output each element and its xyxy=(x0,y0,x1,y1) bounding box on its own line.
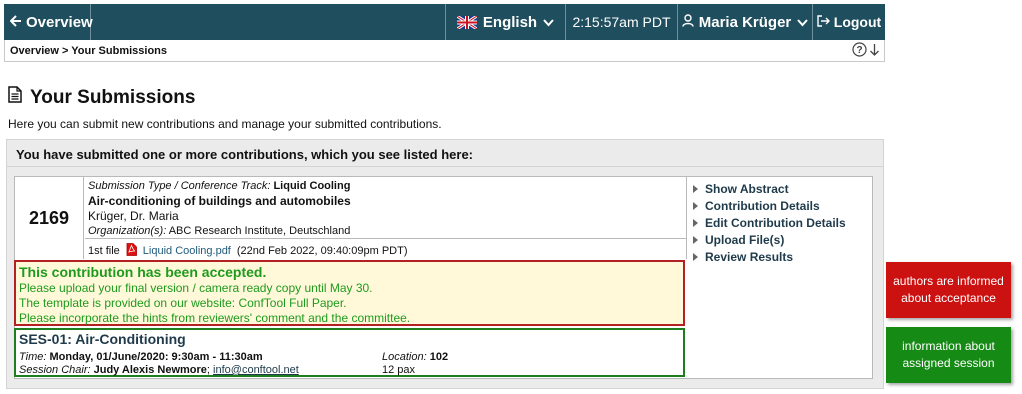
session-chair-row: Session Chair: Judy Alexis Newmore; info… xyxy=(19,363,299,377)
session-time-value: Monday, 01/June/2020: 9:30am - 11:30am xyxy=(49,351,263,363)
submission-info: Submission Type / Conference Track: Liqu… xyxy=(85,177,686,239)
help-icon[interactable]: ? xyxy=(852,42,867,60)
user-icon xyxy=(682,13,694,31)
session-capacity: 12 pax xyxy=(382,364,416,376)
submission-title: Air-conditioning of buildings and automo… xyxy=(88,194,351,208)
acceptance-notice: This contribution has been accepted. Ple… xyxy=(14,260,685,326)
session-location-row: Location: 102 xyxy=(382,350,448,364)
session-chair-label: Session Chair: xyxy=(19,364,91,376)
breadcrumb: Overview > Your Submissions ? xyxy=(4,40,885,62)
arrow-down-icon[interactable] xyxy=(869,43,880,60)
session-chair-separator: ; xyxy=(206,364,210,376)
file-row: 1st file Liquid Cooling.pdf (22nd Feb 20… xyxy=(85,239,686,259)
chevron-down-icon xyxy=(543,14,554,31)
action-label: Show Abstract xyxy=(705,181,789,196)
action-label: Edit Contribution Details xyxy=(705,215,846,230)
acceptance-line: Please incorporate the hints from review… xyxy=(19,311,411,325)
upload-files-link[interactable]: Upload File(s) xyxy=(693,231,873,248)
overview-label: Overview xyxy=(26,13,93,31)
review-results-link[interactable]: Review Results xyxy=(693,248,873,265)
action-label: Upload File(s) xyxy=(705,232,785,247)
submission-authors: Krüger, Dr. Maria xyxy=(88,209,179,223)
top-nav-bar: Overview English 2:15:57am PDT Maria Krü… xyxy=(4,4,885,40)
language-selector[interactable]: English xyxy=(445,4,566,40)
user-menu[interactable]: Maria Krüger xyxy=(678,4,813,40)
session-chair-name: Judy Alexis Newmore xyxy=(93,364,207,376)
panel-divider xyxy=(7,166,883,167)
breadcrumb-tools: ? xyxy=(852,42,880,60)
organization-label: Organization(s): xyxy=(88,225,167,237)
logout-label: Logout xyxy=(833,14,882,30)
session-info: SES-01: Air-Conditioning Time: Monday, 0… xyxy=(14,328,685,377)
pdf-icon xyxy=(126,242,137,259)
file-date: (22nd Feb 2022, 09:40:09pm PDT) xyxy=(236,244,408,257)
triangle-right-icon xyxy=(693,218,698,227)
submission-type-label: Submission Type / Conference Track: xyxy=(88,180,271,192)
submission-type-value: Liquid Cooling xyxy=(273,180,351,192)
chair-email-link[interactable]: info@conftool.net xyxy=(213,364,299,376)
edit-contribution-link[interactable]: Edit Contribution Details xyxy=(693,214,873,231)
organization-row: Organization(s): ABC Research Institute,… xyxy=(88,224,686,239)
acceptance-callout: authors are informed about acceptance xyxy=(886,262,1011,318)
file-label: 1st file xyxy=(88,244,120,257)
session-title: SES-01: Air-Conditioning xyxy=(19,331,186,347)
actions-list: Show Abstract Contribution Details Edit … xyxy=(686,177,873,264)
session-time-label: Time: xyxy=(19,351,47,363)
acceptance-title: This contribution has been accepted. xyxy=(19,264,267,280)
document-icon xyxy=(8,86,22,109)
uk-flag-icon xyxy=(456,15,477,29)
session-time-row: Time: Monday, 01/June/2020: 9:30am - 11:… xyxy=(19,350,263,364)
submission-number: 2169 xyxy=(15,177,84,259)
panel-heading: You have submitted one or more contribut… xyxy=(16,147,473,162)
acceptance-line: Please upload your final version / camer… xyxy=(19,281,373,295)
triangle-right-icon xyxy=(693,252,698,261)
language-label: English xyxy=(482,13,538,31)
show-abstract-link[interactable]: Show Abstract xyxy=(693,180,873,197)
session-callout: information about assigned session xyxy=(886,327,1011,383)
session-location-value: 102 xyxy=(429,351,449,363)
triangle-right-icon xyxy=(693,201,698,210)
arrow-left-icon xyxy=(9,14,22,31)
submission-type-row: Submission Type / Conference Track: Liqu… xyxy=(88,179,686,194)
action-label: Contribution Details xyxy=(705,198,820,213)
page-intro: Here you can submit new contributions an… xyxy=(8,117,442,131)
action-label: Review Results xyxy=(705,249,794,264)
organization-value: ABC Research Institute, Deutschland xyxy=(168,225,351,237)
triangle-right-icon xyxy=(693,184,698,193)
user-name: Maria Krüger xyxy=(698,13,792,31)
acceptance-line: The template is provided on our website:… xyxy=(19,296,347,310)
overview-button[interactable]: Overview xyxy=(4,4,93,40)
page-title: Your Submissions xyxy=(8,86,195,109)
file-link[interactable]: Liquid Cooling.pdf xyxy=(143,245,231,257)
chevron-down-icon xyxy=(797,14,809,31)
svg-text:?: ? xyxy=(856,45,862,56)
page-title-text: Your Submissions xyxy=(30,86,196,108)
logout-icon xyxy=(817,14,830,30)
session-location-label: Location: xyxy=(382,351,427,363)
logout-button[interactable]: Logout xyxy=(813,4,885,40)
triangle-right-icon xyxy=(693,235,698,244)
breadcrumb-text[interactable]: Overview > Your Submissions xyxy=(10,45,167,57)
clock-display: 2:15:57am PDT xyxy=(566,4,678,40)
contribution-details-link[interactable]: Contribution Details xyxy=(693,197,873,214)
time-label: 2:15:57am PDT xyxy=(572,14,671,30)
